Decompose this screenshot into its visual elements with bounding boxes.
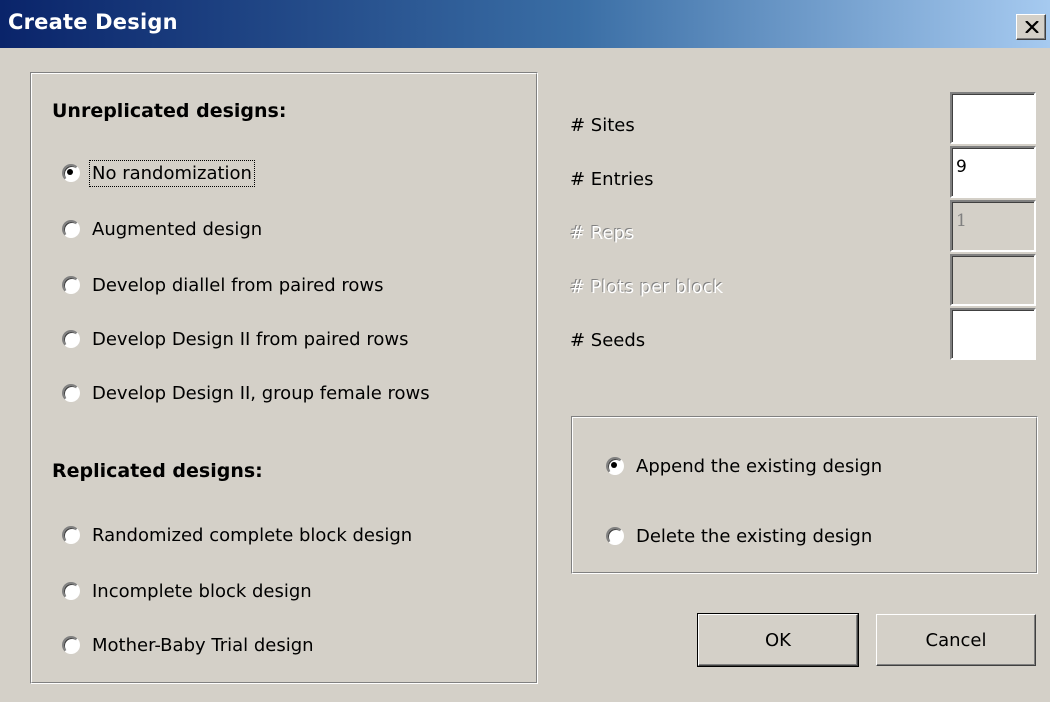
radio-design-ii-group-female[interactable]: Develop Design II, group female rows xyxy=(62,380,430,406)
radio-label: Augmented design xyxy=(92,218,263,240)
close-icon xyxy=(1025,21,1039,33)
sites-input[interactable] xyxy=(950,92,1036,144)
radio-design-ii-paired-rows[interactable]: Develop Design II from paired rows xyxy=(62,326,408,352)
radio-append-existing[interactable]: Append the existing design xyxy=(606,453,882,479)
radio-button[interactable] xyxy=(62,330,80,348)
radio-button[interactable] xyxy=(62,220,80,238)
radio-augmented-design[interactable]: Augmented design xyxy=(62,216,262,242)
radio-label: Randomized complete block design xyxy=(92,524,413,546)
radio-button[interactable] xyxy=(606,457,624,475)
radio-diallel-paired-rows[interactable]: Develop diallel from paired rows xyxy=(62,272,384,298)
reps-label: # Reps xyxy=(570,223,635,244)
radio-label: Develop diallel from paired rows xyxy=(92,274,384,296)
radio-delete-existing[interactable]: Delete the existing design xyxy=(606,523,872,549)
radio-label: Develop Design II, group female rows xyxy=(92,382,430,404)
radio-no-randomization[interactable]: No randomization xyxy=(62,159,255,187)
cancel-button[interactable]: Cancel xyxy=(876,614,1036,666)
radio-label: No randomization xyxy=(89,159,255,187)
unreplicated-heading: Unreplicated designs: xyxy=(52,100,287,122)
radio-button[interactable] xyxy=(62,636,80,654)
sites-label: # Sites xyxy=(570,115,635,136)
radio-mother-baby-trial[interactable]: Mother-Baby Trial design xyxy=(62,632,314,658)
radio-label: Develop Design II from paired rows xyxy=(92,328,409,350)
ok-button[interactable]: OK xyxy=(697,613,859,667)
radio-button[interactable] xyxy=(62,384,80,402)
entries-label: # Entries xyxy=(570,169,654,190)
plots-per-block-label: # Plots per block xyxy=(570,277,724,298)
entries-input[interactable]: 9 xyxy=(950,146,1036,198)
existing-design-group xyxy=(571,416,1038,574)
radio-label: Incomplete block design xyxy=(92,580,312,602)
radio-button[interactable] xyxy=(606,527,624,545)
seeds-label: # Seeds xyxy=(570,330,646,351)
radio-label: Append the existing design xyxy=(636,455,883,477)
radio-incomplete-block[interactable]: Incomplete block design xyxy=(62,578,312,604)
close-button[interactable] xyxy=(1016,14,1046,40)
radio-label: Delete the existing design xyxy=(636,525,873,547)
radio-button[interactable] xyxy=(62,164,80,182)
plots-per-block-input xyxy=(950,254,1036,306)
radio-button[interactable] xyxy=(62,582,80,600)
radio-randomized-complete-block[interactable]: Randomized complete block design xyxy=(62,522,412,548)
replicated-heading: Replicated designs: xyxy=(52,460,263,482)
radio-button[interactable] xyxy=(62,276,80,294)
title-bar: Create Design xyxy=(0,0,1050,48)
radio-label: Mother-Baby Trial design xyxy=(92,634,314,656)
seeds-input[interactable] xyxy=(950,308,1036,360)
reps-input: 1 xyxy=(950,200,1036,252)
radio-button[interactable] xyxy=(62,526,80,544)
window-title: Create Design xyxy=(8,10,178,34)
